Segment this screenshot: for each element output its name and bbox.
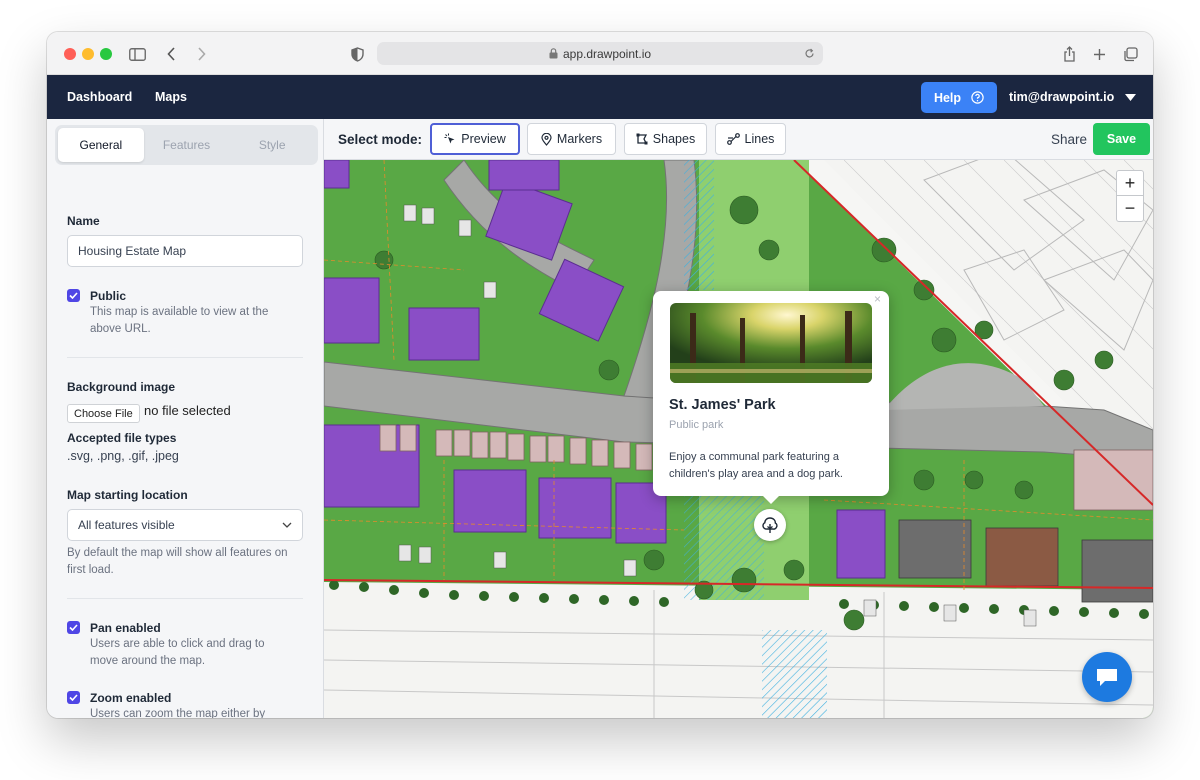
help-label: Help	[933, 90, 962, 105]
starting-location-help: By default the map will show all feature…	[67, 547, 288, 576]
minimize-window-button[interactable]	[82, 48, 94, 60]
map-canvas[interactable]: + − × St. James' Park Public park Enjoy …	[324, 160, 1153, 718]
back-icon[interactable]	[161, 44, 181, 64]
name-label: Name	[67, 214, 100, 228]
checkmark-icon	[69, 292, 78, 299]
popup-title: St. James' Park	[669, 397, 776, 413]
map-toolbar: Select mode: Preview Markers Shapes Line…	[324, 119, 1153, 160]
nav-maps-link[interactable]: Maps	[155, 90, 187, 104]
zoom-enabled-checkbox[interactable]	[67, 691, 80, 704]
starting-location-select[interactable]: All features visible	[67, 509, 303, 541]
tab-overview-icon[interactable]	[1120, 44, 1140, 64]
reload-icon[interactable]	[804, 48, 815, 59]
no-file-text: no file selected	[144, 403, 231, 418]
park-marker[interactable]	[754, 509, 786, 541]
mode-lines-button[interactable]: Lines	[715, 123, 786, 155]
zoom-enabled-description: Users can zoom the map either by using t…	[90, 708, 266, 718]
user-email: tim@drawpoint.io	[1009, 90, 1115, 104]
user-menu[interactable]: tim@drawpoint.io	[1009, 90, 1137, 104]
public-checkbox[interactable]	[67, 289, 80, 302]
file-types-value: .svg, .png, .gif, .jpeg	[67, 449, 179, 463]
divider	[67, 357, 303, 358]
starting-location-value: All features visible	[78, 518, 175, 532]
tab-style[interactable]: Style	[229, 128, 315, 162]
chevron-down-icon	[1125, 93, 1137, 101]
browser-window: app.drawpoint.io Dashboard Maps Help tim…	[47, 32, 1153, 718]
popup-description: Enjoy a communal park featuring a childr…	[669, 451, 843, 480]
share-page-icon[interactable]	[1059, 44, 1079, 64]
chat-bubble-icon	[1097, 669, 1117, 686]
settings-sidebar: General Features Style Name Housing Esta…	[47, 119, 324, 718]
starting-location-label: Map starting location	[67, 488, 188, 502]
share-button[interactable]: Share	[1051, 132, 1087, 147]
zoom-out-button[interactable]: −	[1117, 196, 1143, 221]
select-mode-label: Select mode:	[338, 132, 423, 147]
public-description: This map is available to view at the abo…	[90, 306, 269, 335]
mode-shapes-label: Shapes	[652, 132, 696, 146]
url-text: app.drawpoint.io	[562, 46, 652, 61]
question-circle-icon	[971, 91, 984, 104]
shape-polygon-icon	[636, 133, 648, 145]
map-pin-icon	[541, 132, 552, 146]
tab-features[interactable]: Features	[144, 128, 230, 162]
close-popup-icon[interactable]: ×	[874, 292, 881, 306]
maximize-window-button[interactable]	[100, 48, 112, 60]
park-photo	[670, 303, 872, 383]
forward-icon[interactable]	[191, 44, 211, 64]
checkmark-icon	[69, 624, 78, 631]
name-input[interactable]: Housing Estate Map	[67, 235, 303, 267]
nav-dashboard-link[interactable]: Dashboard	[67, 90, 132, 104]
file-types-label: Accepted file types	[67, 431, 177, 445]
zoom-in-button[interactable]: +	[1117, 171, 1143, 196]
close-window-button[interactable]	[64, 48, 76, 60]
mode-markers-label: Markers	[556, 132, 603, 146]
tree-icon	[762, 517, 778, 533]
cursor-click-icon	[444, 133, 455, 144]
lock-icon	[549, 48, 558, 59]
public-label: Public	[90, 289, 127, 303]
sidebar-toggle-icon[interactable]	[127, 44, 147, 64]
choose-file-button[interactable]: Choose File	[67, 404, 140, 423]
mode-shapes-button[interactable]: Shapes	[624, 123, 707, 155]
address-bar[interactable]: app.drawpoint.io	[377, 42, 823, 65]
background-image-label: Background image	[67, 380, 176, 394]
pan-enabled-label: Pan enabled	[90, 621, 161, 635]
browser-chrome: app.drawpoint.io	[47, 32, 1153, 75]
help-button[interactable]: Help	[921, 82, 997, 113]
chat-button[interactable]	[1082, 652, 1132, 702]
save-button[interactable]: Save	[1093, 123, 1150, 155]
pan-enabled-description: Users are able to click and drag to move…	[90, 638, 265, 667]
zoom-control: + −	[1116, 170, 1144, 222]
mode-preview-label: Preview	[461, 132, 506, 146]
mode-lines-label: Lines	[744, 132, 775, 146]
line-path-icon	[726, 133, 740, 145]
tab-general[interactable]: General	[58, 128, 144, 162]
chevron-down-icon	[282, 522, 292, 528]
mode-preview-button[interactable]: Preview	[430, 123, 520, 155]
mode-markers-button[interactable]: Markers	[527, 123, 616, 155]
top-navigation: Dashboard Maps Help tim@drawpoint.io	[47, 75, 1153, 119]
feature-popup: × St. James' Park Public park Enjoy a co…	[653, 291, 889, 504]
new-tab-icon[interactable]	[1089, 44, 1109, 64]
settings-tabs: General Features Style	[55, 125, 318, 165]
divider	[67, 598, 303, 599]
privacy-shield-icon[interactable]	[347, 44, 367, 64]
popup-subtitle: Public park	[669, 419, 724, 431]
checkmark-icon	[69, 694, 78, 701]
zoom-enabled-label: Zoom enabled	[90, 691, 172, 705]
pan-enabled-checkbox[interactable]	[67, 621, 80, 634]
